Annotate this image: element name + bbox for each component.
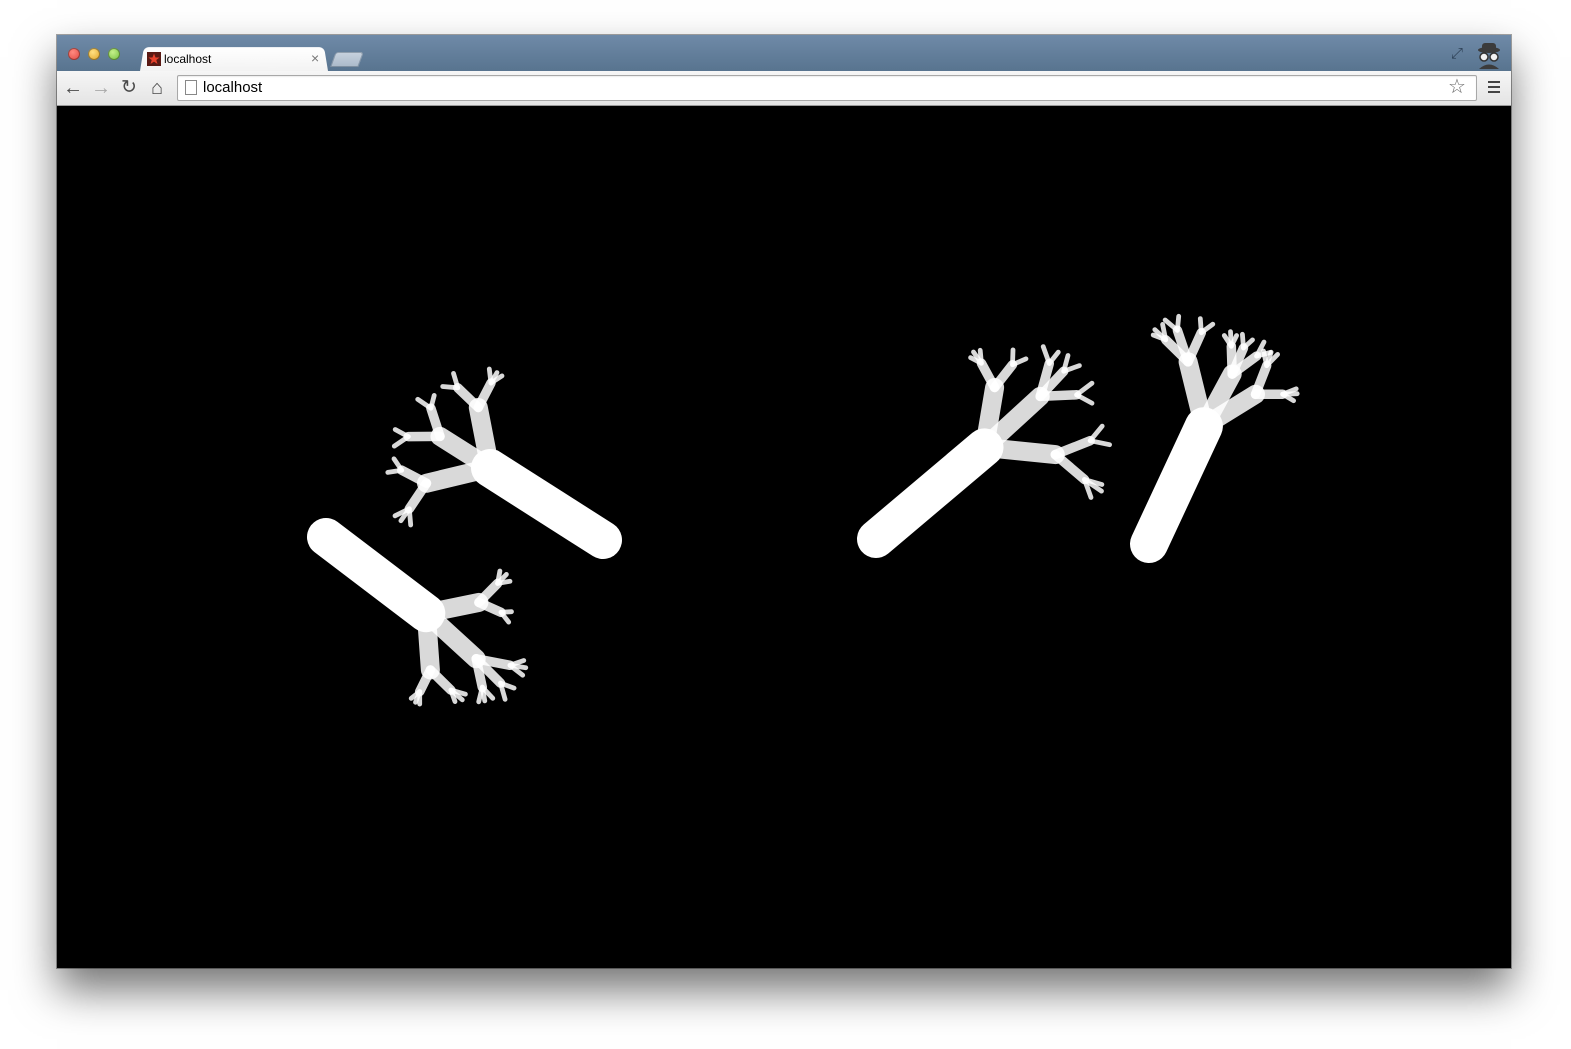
address-bar[interactable]: localhost ☆ <box>177 75 1477 101</box>
branch-stroke <box>977 347 984 366</box>
branch-stroke <box>1175 313 1182 333</box>
branch-stroke <box>468 398 500 478</box>
forward-icon[interactable]: → <box>90 77 112 99</box>
branch-stroke <box>1074 392 1095 406</box>
url-text[interactable]: localhost <box>203 79 262 97</box>
branch-stroke <box>416 603 440 680</box>
branch-stroke <box>428 392 437 411</box>
branch-stroke <box>414 665 436 697</box>
branch-stroke <box>1050 435 1095 460</box>
branch-stroke <box>391 456 405 473</box>
toolbar: ← → ↻ ⌂ localhost ☆ <box>57 71 1511 106</box>
branch-stroke <box>989 359 1018 393</box>
branch-stroke <box>1050 449 1090 485</box>
tree-drawing <box>307 313 1300 707</box>
branch-stroke <box>471 449 622 559</box>
favicon-icon <box>147 52 161 66</box>
branch-stroke <box>392 427 411 440</box>
reload-icon[interactable]: ↻ <box>118 77 140 99</box>
browser-window: localhost × ⤢ ← → ↻ ⌂ localhost ☆ <box>57 35 1511 968</box>
incognito-icon <box>1473 41 1505 69</box>
close-window-icon[interactable] <box>68 48 80 60</box>
new-tab-button[interactable] <box>330 52 364 67</box>
branch-stroke <box>1130 407 1223 563</box>
branch-stroke <box>1035 390 1082 402</box>
branch-stroke <box>307 518 446 633</box>
page-canvas[interactable] <box>57 106 1511 968</box>
branch-stroke <box>975 437 1065 465</box>
branch-stroke <box>1183 327 1207 367</box>
minimize-window-icon[interactable] <box>88 48 100 60</box>
title-bar: localhost × ⤢ <box>57 35 1511 71</box>
branch-stroke <box>473 378 496 413</box>
fullscreen-icon[interactable]: ⤢ <box>1451 45 1463 62</box>
tab-content: localhost × <box>145 50 325 70</box>
bookmark-star-icon[interactable]: ☆ <box>1448 76 1466 98</box>
page-icon <box>185 80 197 95</box>
home-icon[interactable]: ⌂ <box>146 77 168 99</box>
tab-close-icon[interactable]: × <box>311 50 319 66</box>
back-icon[interactable]: ← <box>62 77 84 99</box>
branch-stroke <box>396 465 432 488</box>
tab-title: localhost <box>164 52 212 66</box>
branch-stroke <box>495 578 513 586</box>
branch-stroke <box>1074 380 1095 398</box>
branch-stroke <box>1046 349 1061 366</box>
menu-icon[interactable] <box>1488 81 1500 95</box>
branch-stroke <box>1087 423 1105 444</box>
branch-stroke <box>1160 321 1169 343</box>
branch-stroke <box>471 654 488 692</box>
branch-stroke <box>857 428 1004 558</box>
zoom-window-icon[interactable] <box>108 48 120 60</box>
